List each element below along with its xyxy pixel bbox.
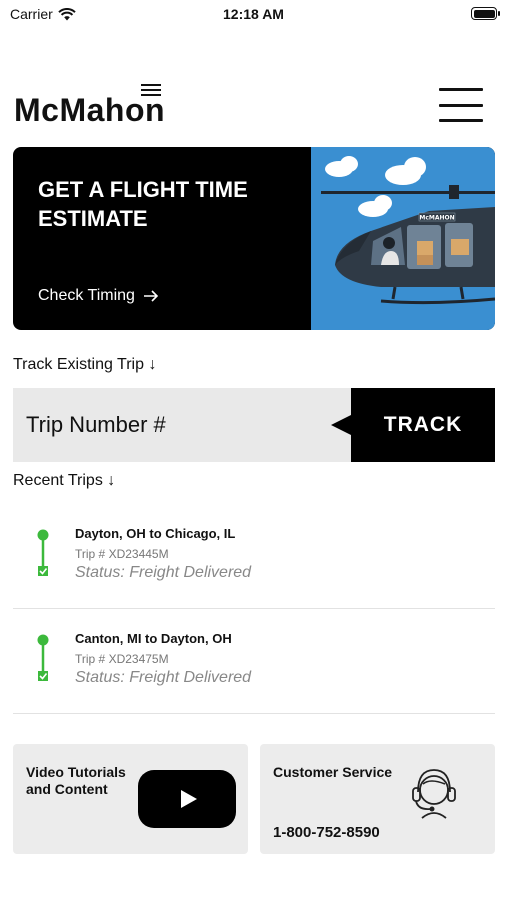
video-card-title: Video Tutorials and Content [26, 764, 126, 797]
customer-service-phone[interactable]: 1-800-752-8590 [273, 824, 380, 841]
headset-icon [412, 769, 456, 819]
trip-route: Canton, MI to Dayton, OH [75, 631, 232, 646]
arrow-right-icon [143, 290, 159, 302]
customer-service-card[interactable]: Customer Service 1-800-752-8590 [260, 744, 495, 854]
helicopter-logo-text: McMAHON [419, 215, 454, 222]
recent-trip-item[interactable]: Canton, MI to Dayton, OH Trip # XD23475M… [13, 610, 495, 714]
trip-number: Trip # XD23475M [75, 652, 169, 666]
service-card-title: Customer Service [273, 764, 393, 780]
trip-status: Status: Freight Delivered [75, 669, 252, 686]
track-section-label: Track Existing Trip ↓ [13, 356, 157, 373]
trip-number: Trip # XD23445M [75, 547, 169, 561]
battery-icon [471, 7, 500, 20]
helicopter-illustration: McMAHON [311, 147, 495, 330]
menu-line-icon [439, 88, 483, 91]
trip-route: Dayton, OH to Chicago, IL [75, 526, 236, 541]
status-time: 12:18 AM [223, 6, 284, 22]
track-button-notch [331, 415, 351, 435]
play-button[interactable] [138, 770, 236, 828]
route-progress-icon [37, 634, 49, 681]
trip-status: Status: Freight Delivered [75, 564, 252, 581]
track-form: TRACK [13, 388, 495, 462]
status-bar: Carrier 12:18 AM [0, 0, 507, 30]
recent-trips-label: Recent Trips ↓ [13, 472, 116, 489]
check-timing-label: Check Timing [38, 287, 135, 304]
track-button[interactable]: TRACK [351, 388, 495, 462]
hamburger-menu-button[interactable] [439, 88, 483, 122]
menu-line-icon [439, 103, 483, 107]
flight-time-banner[interactable]: GET A FLIGHT TIME ESTIMATE Check Timing [13, 147, 495, 330]
video-tutorials-card[interactable]: Video Tutorials and Content [13, 744, 248, 854]
logo-accent-icon [141, 84, 161, 99]
check-timing-link[interactable]: Check Timing [38, 287, 159, 305]
trip-number-input[interactable] [13, 388, 353, 462]
route-progress-icon [37, 529, 49, 576]
play-icon [181, 790, 197, 808]
menu-line-icon [439, 119, 483, 122]
banner-title: GET A FLIGHT TIME ESTIMATE [38, 177, 248, 231]
recent-trip-item[interactable]: Dayton, OH to Chicago, IL Trip # XD23445… [13, 505, 495, 609]
